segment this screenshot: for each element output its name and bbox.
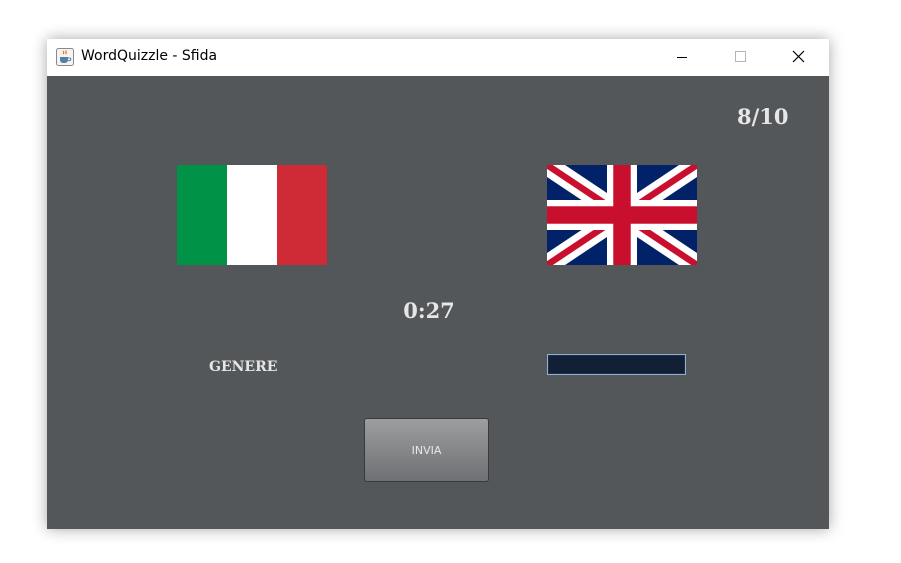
close-icon <box>792 50 805 63</box>
uk-flag-icon <box>547 165 697 265</box>
word-to-translate: GENERE <box>209 359 278 375</box>
java-coffee-cup-icon <box>56 48 74 66</box>
minimize-icon <box>677 57 687 58</box>
maximize-button[interactable] <box>717 39 763 76</box>
minimize-button[interactable] <box>659 39 705 76</box>
send-button[interactable]: INVIA <box>364 418 489 482</box>
quiz-window: WordQuizzle - Sfida 8/10 0:27 GENERE INV… <box>47 39 829 529</box>
close-button[interactable] <box>775 39 821 76</box>
italy-flag-icon <box>177 165 327 265</box>
maximize-icon <box>735 51 746 62</box>
title-bar[interactable]: WordQuizzle - Sfida <box>47 39 829 76</box>
translation-input[interactable] <box>547 354 686 375</box>
progress-counter: 8/10 <box>737 104 789 129</box>
window-title: WordQuizzle - Sfida <box>81 48 218 64</box>
challenge-panel: 8/10 0:27 GENERE INVIA <box>47 76 829 529</box>
countdown-timer: 0:27 <box>403 298 455 323</box>
